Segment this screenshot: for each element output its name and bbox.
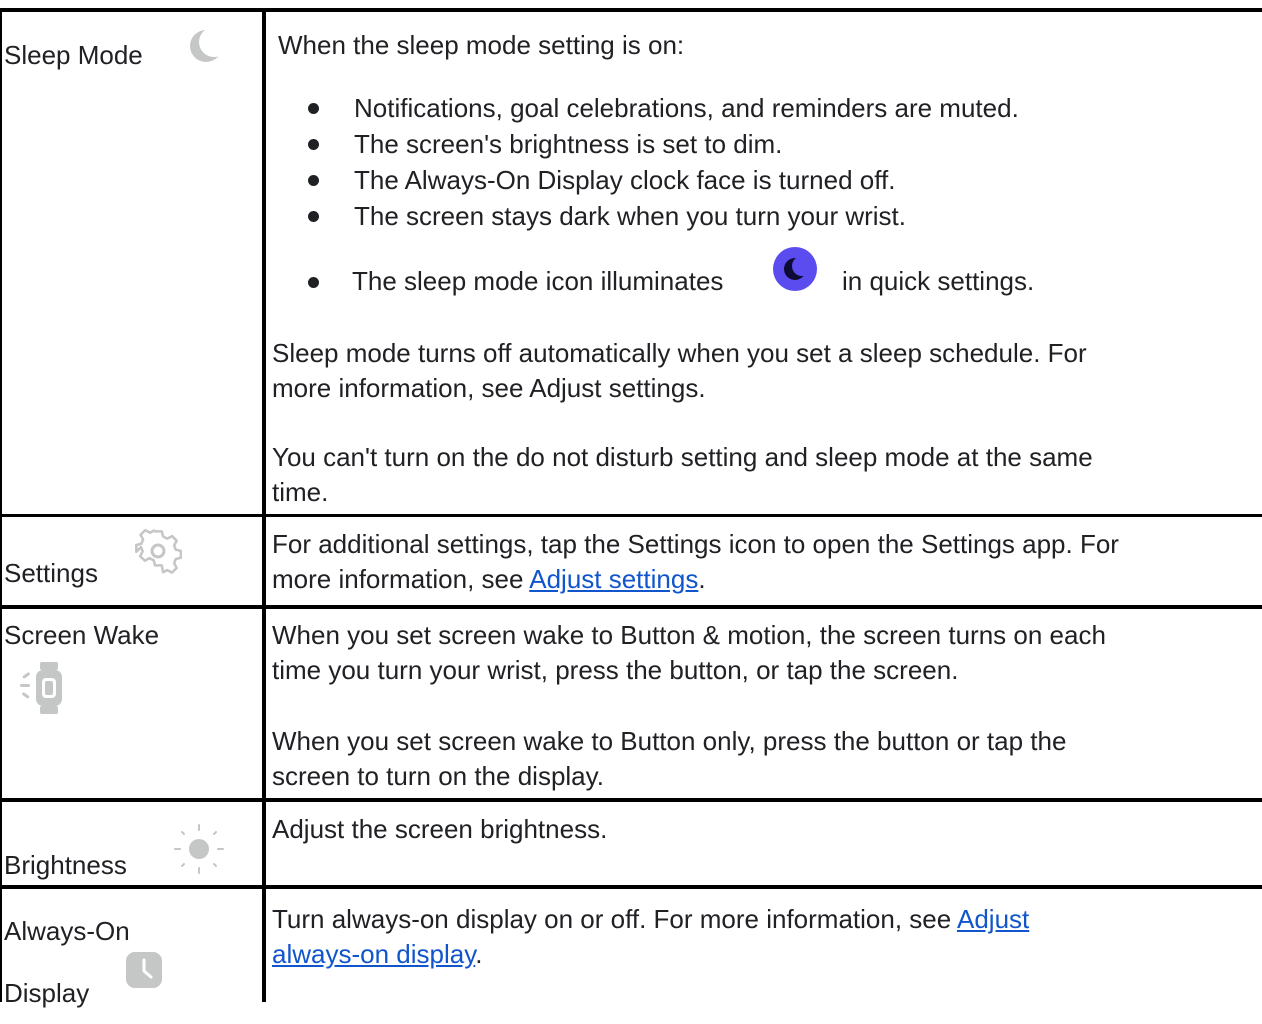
sun-icon xyxy=(170,820,228,885)
sleep-mode-label: Sleep Mode xyxy=(4,40,143,70)
sleep-mode-bullet-list: Notifications, goal celebrations, and re… xyxy=(272,90,1252,234)
row-divider xyxy=(0,798,1262,802)
watch-wake-icon xyxy=(20,660,72,723)
brightness-label: Brightness xyxy=(4,850,127,880)
always-on-display-label: Always-On Display xyxy=(4,916,130,1008)
row-divider xyxy=(0,514,1262,517)
row-divider xyxy=(0,885,1262,889)
table-border-left xyxy=(0,8,2,1002)
settings-label: Settings xyxy=(4,558,98,588)
screen-wake-motion-paragraph: When you set screen wake to Button & mot… xyxy=(272,620,1106,685)
sleep-mode-dnd-paragraph: You can't turn on the do not disturb set… xyxy=(272,442,1093,507)
gear-icon xyxy=(134,528,183,583)
adjust-always-on-display-link-part2[interactable]: always-on display xyxy=(272,939,475,969)
list-item: The Always-On Display clock face is turn… xyxy=(272,162,1252,198)
always-on-display-description: Turn always-on display on or off. For mo… xyxy=(272,904,1030,969)
screen-wake-label: Screen Wake xyxy=(4,620,160,650)
row-divider xyxy=(0,605,1262,609)
sleep-mode-schedule-paragraph: Sleep mode turns off automatically when … xyxy=(272,338,1087,403)
list-item: The screen stays dark when you turn your… xyxy=(272,198,1252,234)
table-border-top xyxy=(0,8,1262,12)
column-divider xyxy=(262,8,266,1002)
sleep-mode-intro: When the sleep mode setting is on: xyxy=(278,30,685,60)
brightness-description: Adjust the screen brightness. xyxy=(272,814,608,844)
adjust-settings-link[interactable]: Adjust settings xyxy=(529,564,698,594)
list-item: Notifications, goal celebrations, and re… xyxy=(272,90,1252,126)
settings-description: For additional settings, tap the Setting… xyxy=(272,529,1119,594)
crescent-moon-icon xyxy=(188,28,224,71)
screen-wake-button-paragraph: When you set screen wake to Button only,… xyxy=(272,726,1067,791)
sleep-mode-quick-setting-icon xyxy=(772,246,818,301)
list-item: The screen's brightness is set to dim. xyxy=(272,126,1252,162)
clock-icon xyxy=(124,950,164,997)
adjust-always-on-display-link-part1[interactable]: Adjust xyxy=(957,904,1029,934)
list-item: The sleep mode icon illuminates in quick… xyxy=(272,247,1252,302)
